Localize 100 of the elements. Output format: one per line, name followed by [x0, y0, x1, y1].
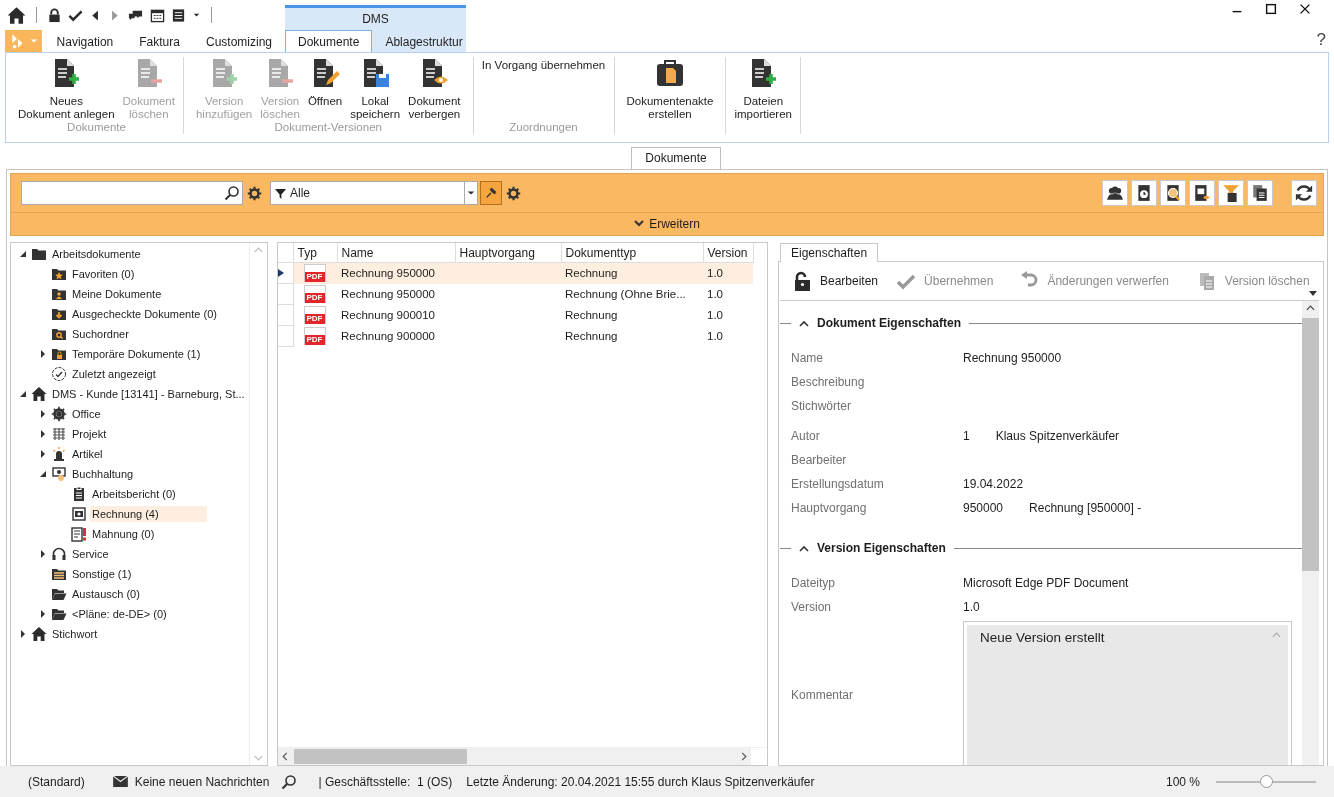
gear-icon [51, 406, 67, 422]
pin-button[interactable] [480, 181, 502, 205]
funnel-icon [275, 187, 286, 199]
tree-item[interactable]: DMS - Kunde [13141] - Barneburg, St... [50, 386, 247, 402]
table-row[interactable]: PDF Rechnung 950000 Rechnung 1.0 [278, 262, 753, 284]
tree-item[interactable]: Buchhaltung [70, 466, 136, 482]
invoice-icon [71, 506, 87, 522]
filter-dropdown[interactable]: Alle [270, 181, 478, 205]
tree-item[interactable]: Arbeitsdokumente [50, 246, 143, 262]
close-icon[interactable] [1298, 2, 1312, 16]
tree-item[interactable]: Mahnung (0) [90, 526, 157, 542]
field-label: Kommentar [791, 688, 855, 702]
filter-document-button[interactable] [1218, 180, 1244, 206]
home-icon[interactable] [7, 5, 26, 25]
ribbon-tab[interactable]: Ablagestruktur [372, 30, 476, 52]
tree-item[interactable]: Rechnung (4) [90, 506, 207, 522]
caret-icon [29, 37, 38, 45]
search-field[interactable] [21, 181, 243, 205]
scrollbar-thumb[interactable] [1302, 318, 1319, 571]
scroll-right-icon [741, 752, 747, 761]
search-icon[interactable] [224, 185, 240, 201]
pdf-file-icon: PDF [303, 327, 326, 345]
tree-item[interactable]: Office [70, 406, 103, 422]
document-list-icon[interactable] [171, 7, 186, 23]
settings-icon[interactable] [246, 185, 262, 201]
ribbon-button[interactable]: Lokal speichern [346, 57, 405, 121]
section-title: Version Eigenschaften [817, 541, 946, 555]
zoom-slider[interactable] [1260, 774, 1273, 788]
expanded-arrow-icon[interactable] [19, 390, 27, 398]
people-button[interactable] [1102, 180, 1128, 206]
expanded-arrow-icon[interactable] [39, 470, 47, 478]
expanded-arrow-icon[interactable] [19, 250, 27, 258]
document-tab[interactable]: Dokumente [631, 147, 721, 169]
scrollbar-thumb[interactable] [294, 749, 467, 764]
tree-item[interactable]: Projekt [70, 426, 109, 442]
ribbon-button[interactable]: Dokumentenakte erstellen [622, 57, 718, 133]
tree-item[interactable]: Zuletzt angezeigt [70, 366, 158, 382]
tree-item[interactable]: Temporäre Dokumente (1) [70, 346, 203, 362]
table-row[interactable]: PDF Rechnung 900010 Rechnung 1.0 [278, 304, 753, 326]
collapse-chevron-icon[interactable] [799, 544, 809, 552]
collapsed-arrow-icon[interactable] [39, 410, 47, 418]
ribbon-group-label: Dokumente [67, 121, 126, 134]
table-cell: Rechnung (Ohne Brie... [561, 283, 703, 305]
ribbon-button[interactable]: Öffnen [303, 57, 347, 121]
collapsed-arrow-icon[interactable] [39, 450, 47, 458]
overflow-caret-icon[interactable] [1309, 291, 1317, 296]
pdf-file-icon: PDF [303, 306, 326, 324]
ribbon-button[interactable]: In Vorgang übernehmen [473, 57, 614, 73]
tree-item[interactable]: Suchordner [70, 326, 131, 342]
field-value: Klaus Spitzenverkäufer [995, 429, 1120, 443]
tree-item[interactable]: Service [70, 546, 111, 562]
collapsed-arrow-icon[interactable] [39, 350, 47, 358]
search-document-button[interactable] [1160, 180, 1186, 206]
ribbon-tab[interactable]: Dokumente [285, 30, 373, 53]
image-document-button[interactable] [1189, 180, 1215, 206]
ribbon-tab[interactable]: Faktura [126, 30, 193, 52]
settings-icon[interactable] [505, 185, 521, 201]
search-icon[interactable] [281, 773, 298, 790]
tree-item[interactable]: Ausgecheckte Dokumente (0) [70, 306, 219, 322]
tree-item[interactable]: Favoriten (0) [70, 266, 137, 282]
help-button[interactable]: ? [1316, 30, 1334, 50]
tree-item[interactable]: Artikel [70, 446, 105, 462]
scroll-up-icon [1306, 305, 1315, 311]
search-folder-icon [51, 326, 67, 342]
table-cell: Rechnung 950000 [337, 262, 455, 284]
column-header[interactable]: Name [337, 243, 455, 263]
collapsed-arrow-icon[interactable] [39, 610, 47, 618]
column-header[interactable]: Typ [293, 243, 337, 263]
tree-item[interactable]: Arbeitsbericht (0) [90, 486, 178, 502]
folder-icon [31, 246, 47, 262]
collapsed-arrow-icon[interactable] [19, 630, 27, 638]
collapsed-arrow-icon[interactable] [39, 430, 47, 438]
ribbon-tab[interactable]: Customizing [192, 30, 285, 52]
collapse-chevron-icon[interactable] [799, 319, 809, 327]
ribbon-tab[interactable]: Navigation [43, 30, 127, 52]
expand-bar[interactable]: Erweitern [10, 213, 1324, 236]
tree-item[interactable]: Sonstige (1) [70, 566, 134, 582]
calendar-icon[interactable] [150, 7, 165, 23]
ribbon-button[interactable]: Dokument verbergen [404, 57, 465, 121]
comment-field[interactable]: Neue Version erstellt [963, 621, 1292, 765]
collapsed-arrow-icon[interactable] [39, 550, 47, 558]
tree-item[interactable]: Meine Dokumente [70, 286, 164, 302]
document-stack-button[interactable] [1247, 180, 1273, 206]
refresh-button[interactable] [1291, 180, 1317, 206]
lock-icon[interactable] [47, 7, 62, 23]
table-row[interactable]: PDF Rechnung 950000 Rechnung (Ohne Brie... 1.0 [278, 283, 753, 305]
tree-item[interactable]: <Pläne: de-DE> (0) [70, 606, 169, 622]
clock-document-button[interactable] [1131, 180, 1157, 206]
table-row[interactable]: PDF Rechnung 900000 Rechnung 1.0 [278, 325, 753, 347]
column-header[interactable]: Dokumenttyp [561, 243, 703, 263]
tree-item[interactable]: Stichwort [50, 626, 100, 642]
toolbar-button[interactable]: Bearbeiten [792, 270, 879, 292]
ribbon-button[interactable]: Neues Dokument anlegen [14, 57, 119, 121]
properties-tab[interactable]: Eigenschaften [780, 243, 879, 262]
people-icon [1106, 184, 1124, 202]
ribbon-button[interactable]: Dateien importieren [730, 57, 796, 133]
column-header[interactable]: Version [703, 243, 753, 263]
column-header[interactable]: Hauptvorgang [455, 243, 561, 263]
maximize-icon[interactable] [1264, 2, 1278, 16]
tree-item[interactable]: Austausch (0) [70, 586, 142, 602]
